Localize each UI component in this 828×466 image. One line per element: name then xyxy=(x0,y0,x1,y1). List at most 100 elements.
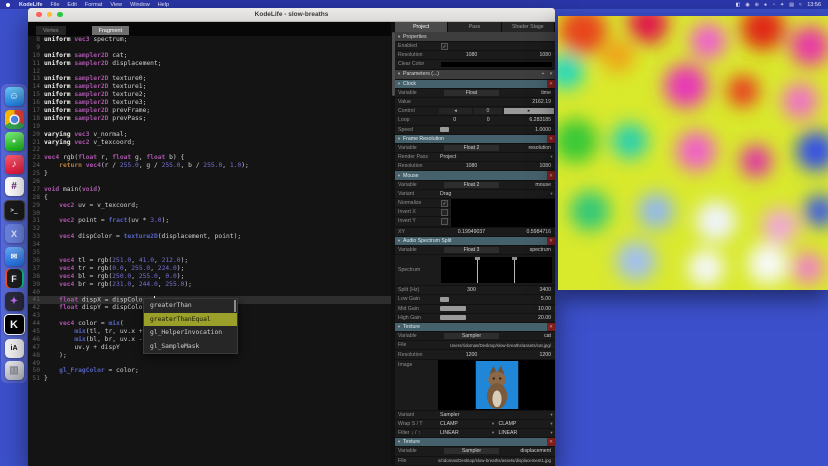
dock-xcode-icon[interactable]: X xyxy=(5,224,24,243)
cat-type-dropdown[interactable]: Sampler xyxy=(444,333,499,339)
section-texture-displacement[interactable]: ▾ Texture ✕ xyxy=(395,438,555,447)
code-line-39[interactable]: 39 vec4 br = rgb(231.0, 244.0, 255.0); xyxy=(28,281,395,289)
tab-vertex[interactable]: Vertex xyxy=(36,26,66,35)
fr-width-field[interactable]: 1080 xyxy=(438,163,505,169)
section-clock[interactable]: ▾ Clock ✕ xyxy=(395,80,555,89)
code-line-32[interactable]: 32 xyxy=(28,225,395,233)
high-gain-slider[interactable] xyxy=(440,315,466,320)
shader-preview-window[interactable] xyxy=(558,16,828,290)
tab-project[interactable]: Project xyxy=(395,22,448,32)
code-line-15[interactable]: 15uniform sampler2D texture2; xyxy=(28,91,395,99)
code-line-31[interactable]: 31 vec2 point = fract(uv * 3.0); xyxy=(28,217,395,225)
section-audio-spectrum[interactable]: ▾ Audio Spectrum Split ✕ xyxy=(395,237,555,246)
autocomplete-item-greaterThanEqual[interactable]: greaterThanEqual xyxy=(144,313,237,327)
remove-texture-cat-icon[interactable]: ✕ xyxy=(547,323,555,331)
stats-icon[interactable]: ◉ xyxy=(743,2,752,8)
split-handle-low[interactable] xyxy=(477,257,478,283)
code-line-24[interactable]: 24 return vec4(r / 255.0, g / 255.0, b /… xyxy=(28,162,395,170)
mouse-type-dropdown[interactable]: Float 2 xyxy=(444,182,499,188)
code-line-33[interactable]: 33 vec4 dispColor = texture2D(displaceme… xyxy=(28,233,395,241)
code-line-26[interactable]: 26 xyxy=(28,178,395,186)
clock-type-dropdown[interactable]: Float xyxy=(444,90,499,96)
code-line-29[interactable]: 29 vec2 uv = v_texcoord; xyxy=(28,202,395,210)
code-line-19[interactable]: 19 xyxy=(28,123,395,131)
dock-figma-icon[interactable]: F xyxy=(5,269,24,288)
fr-type-dropdown[interactable]: Float 2 xyxy=(444,145,499,151)
audio-type-dropdown[interactable]: Float 3 xyxy=(444,247,499,253)
menu-file[interactable]: File xyxy=(47,2,64,8)
audio-name-field[interactable]: spectrum xyxy=(505,247,555,253)
render-pass-dropdown[interactable]: Project xyxy=(438,154,548,160)
autocomplete-item-gl_SampleMask[interactable]: gl_SampleMask xyxy=(144,340,237,354)
disp-file-path[interactable]: ers/ridomas/Desktop/slow-breaths/assets/… xyxy=(438,458,555,463)
code-line-10[interactable]: 10uniform sampler2D cat; xyxy=(28,52,395,60)
disp-name-field[interactable]: displacement xyxy=(505,448,555,454)
cat-wrap-t-dropdown[interactable]: CLAMP xyxy=(497,421,549,427)
menu-window[interactable]: Window xyxy=(126,2,154,8)
code-line-35[interactable]: 35 xyxy=(28,249,395,257)
section-texture-cat[interactable]: ▾ Texture ✕ xyxy=(395,323,555,332)
tab-pass[interactable]: Pass xyxy=(448,22,501,32)
loop-start-field[interactable]: 0 xyxy=(472,117,506,123)
code-line-50[interactable]: 50 gl_FragColor = color; xyxy=(28,367,395,375)
tab-fragment[interactable]: Fragment xyxy=(92,26,130,35)
speed-value[interactable]: 1.0000 xyxy=(505,127,555,133)
clock-play-button[interactable]: ▸ xyxy=(504,108,554,114)
mouse-trackpad[interactable] xyxy=(451,199,555,227)
mid-gain-value[interactable]: 10.00 xyxy=(505,306,555,312)
split-handle-high[interactable] xyxy=(514,257,515,283)
clock-step-field[interactable]: 0 xyxy=(474,108,502,114)
enabled-checkbox[interactable]: ✓ xyxy=(441,43,448,50)
cat-wrap-s-dropdown[interactable]: CLAMP xyxy=(438,421,490,427)
code-line-16[interactable]: 16uniform sampler2D texture3; xyxy=(28,99,395,107)
display-icon[interactable]: ◧ xyxy=(733,2,743,8)
code-line-22[interactable]: 22 xyxy=(28,146,395,154)
code-line-8[interactable]: 8uniform vec3 spectrum; xyxy=(28,36,395,44)
code-line-17[interactable]: 17uniform sampler2D prevFrame; xyxy=(28,107,395,115)
code-line-40[interactable]: 40 xyxy=(28,289,395,297)
autocomplete-scrollbar[interactable] xyxy=(234,300,236,312)
clock-name-field[interactable]: time xyxy=(505,90,555,96)
section-frame-resolution[interactable]: ▾ Frame Resolution ✕ xyxy=(395,135,555,144)
code-line-21[interactable]: 21varying vec2 v_texcoord; xyxy=(28,139,395,147)
loop-enabled-field[interactable]: 0 xyxy=(438,117,472,123)
code-line-27[interactable]: 27void main(void) xyxy=(28,186,395,194)
dock-music-icon[interactable]: ♪ xyxy=(5,155,24,174)
code-line-18[interactable]: 18uniform sampler2D prevPass; xyxy=(28,115,395,123)
autocomplete-item-greaterThan[interactable]: greaterThan xyxy=(144,299,237,313)
low-gain-slider[interactable] xyxy=(440,297,449,302)
spectrum-display[interactable] xyxy=(441,257,552,283)
disp-type-dropdown[interactable]: Sampler xyxy=(444,448,499,454)
speed-slider[interactable] xyxy=(440,127,449,132)
menu-edit[interactable]: Edit xyxy=(63,2,80,8)
timemachine-icon[interactable]: ◔ xyxy=(770,2,778,8)
code-line-20[interactable]: 20varying vec3 v_normal; xyxy=(28,131,395,139)
code-line-51[interactable]: 51} xyxy=(28,375,395,383)
clear-color-swatch[interactable] xyxy=(441,62,552,68)
section-mouse[interactable]: ▾ Mouse ✕ xyxy=(395,171,555,180)
mouse-variant-dropdown[interactable]: Drag xyxy=(438,191,548,197)
editor-scrollbar[interactable] xyxy=(391,22,395,466)
normalize-checkbox[interactable]: ✓ xyxy=(441,200,448,207)
dock-slack-icon[interactable]: # xyxy=(5,177,24,196)
menu-help[interactable]: Help xyxy=(154,2,173,8)
menu-view[interactable]: View xyxy=(106,2,126,8)
remove-frame-resolution-icon[interactable]: ✕ xyxy=(547,135,555,143)
invert-x-checkbox[interactable]: ✓ xyxy=(441,209,448,216)
cat-variant-dropdown[interactable]: Sampler xyxy=(438,412,548,418)
dock-finder-icon[interactable]: ☺ xyxy=(5,87,24,106)
code-line-11[interactable]: 11uniform sampler2D displacement; xyxy=(28,60,395,68)
parameter-menu-icon[interactable]: ▾ xyxy=(547,71,555,77)
loop-end-field[interactable]: 6.283185 xyxy=(505,117,555,123)
menu-kodelife[interactable]: KodeLife xyxy=(15,2,47,8)
remove-texture-displacement-icon[interactable]: ✕ xyxy=(547,438,555,446)
wifi-icon[interactable]: ≈ xyxy=(796,2,804,8)
invert-y-checkbox[interactable]: ✓ xyxy=(441,218,448,225)
autocomplete-item-gl_HelperInvocation[interactable]: gl_HelperInvocation xyxy=(144,326,237,340)
section-properties[interactable]: ▾ Properties xyxy=(395,32,555,42)
add-parameter-icon[interactable]: + xyxy=(539,71,547,77)
cat-filter-mag-dropdown[interactable]: LINEAR xyxy=(497,430,549,436)
dock-ia-writer-icon[interactable]: iA xyxy=(5,339,24,358)
tab-shader-stage[interactable]: Shader Stage xyxy=(502,22,555,32)
window-titlebar[interactable]: KodeLife - slow-breaths xyxy=(28,8,555,22)
